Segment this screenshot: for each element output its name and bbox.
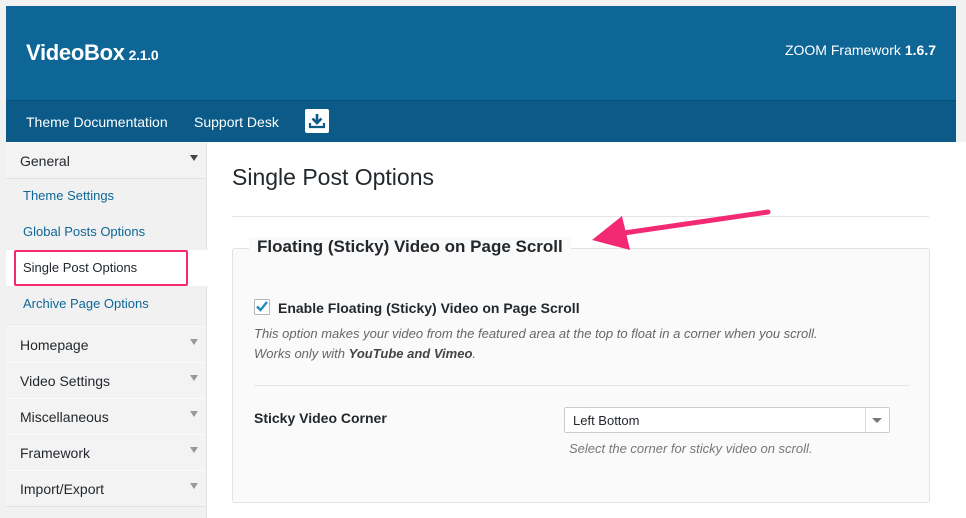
select-value: Left Bottom: [573, 413, 640, 428]
sidebar-section-label: Miscellaneous: [20, 409, 109, 425]
sidebar-item-label: Theme Settings: [23, 188, 115, 203]
enable-sticky-video-checkbox[interactable]: [254, 299, 270, 315]
sub-navigation: Theme Documentation Support Desk: [6, 100, 956, 143]
description-line: Works only with YouTube and Vimeo.: [254, 344, 894, 364]
triangle-down-icon: [190, 339, 198, 345]
sidebar-section-import-export[interactable]: Import/Export: [6, 470, 206, 507]
option-description: This option makes your video from the fe…: [254, 324, 894, 364]
theme-documentation-link[interactable]: Theme Documentation: [26, 114, 168, 130]
sidebar-section-general[interactable]: General: [6, 142, 206, 179]
sidebar-section-label: Homepage: [20, 337, 89, 353]
download-button[interactable]: [305, 109, 329, 133]
triangle-down-icon: [190, 447, 198, 453]
options-fieldset: Floating (Sticky) Video on Page Scroll E…: [232, 237, 930, 503]
app-name: VideoBox: [26, 40, 125, 65]
sidebar-section-video-settings[interactable]: Video Settings: [6, 362, 206, 399]
sticky-corner-help: Select the corner for sticky video on sc…: [569, 441, 813, 456]
sidebar-item-label: Global Posts Options: [23, 224, 146, 239]
sidebar-item-label: Archive Page Options: [23, 296, 149, 311]
divider: [232, 216, 929, 217]
sidebar-item-single-post-options[interactable]: Single Post Options: [6, 250, 212, 286]
triangle-down-icon: [190, 375, 198, 381]
divider: [254, 385, 909, 386]
triangle-down-icon: [190, 411, 198, 417]
framework-label: ZOOM Framework: [784, 42, 901, 58]
sidebar-section-label: Framework: [20, 445, 91, 461]
framework-info: ZOOM Framework 1.6.7: [785, 42, 936, 58]
sticky-corner-select[interactable]: Left Bottom: [564, 407, 890, 433]
sidebar-item-global-posts-options[interactable]: Global Posts Options: [6, 214, 206, 250]
sidebar-item-archive-page-options[interactable]: Archive Page Options: [6, 286, 206, 322]
sidebar-section-label: Video Settings: [20, 373, 111, 389]
section-title: Floating (Sticky) Video on Page Scroll: [249, 237, 571, 257]
app-version: 2.1.0: [128, 47, 159, 63]
sticky-corner-label: Sticky Video Corner: [254, 410, 387, 426]
sidebar-section-homepage[interactable]: Homepage: [6, 326, 206, 363]
chevron-down-icon: [872, 418, 882, 423]
framework-version: 1.6.7: [904, 42, 936, 58]
sidebar-item-theme-settings[interactable]: Theme Settings: [6, 178, 206, 214]
triangle-down-icon: [190, 155, 198, 161]
checkmark-icon: [256, 301, 268, 312]
sidebar-section-label: General: [20, 153, 70, 169]
sidebar-item-label: Single Post Options: [23, 260, 138, 275]
app-title: VideoBox 2.1.0: [26, 40, 159, 66]
description-text: .: [472, 346, 477, 361]
sidebar-section-label: Import/Export: [20, 481, 105, 497]
support-desk-link[interactable]: Support Desk: [194, 114, 279, 130]
select-divider: [865, 408, 866, 432]
triangle-down-icon: [190, 483, 198, 489]
description-line: This option makes your video from the fe…: [254, 326, 818, 341]
enable-sticky-video-label[interactable]: Enable Floating (Sticky) Video on Page S…: [278, 300, 580, 316]
sidebar-section-miscellaneous[interactable]: Miscellaneous: [6, 398, 206, 435]
sidebar-section-framework[interactable]: Framework: [6, 434, 206, 471]
download-icon: [308, 114, 326, 129]
main-content: Single Post Options Floating (Sticky) Vi…: [207, 142, 966, 518]
options-sidebar: General Theme Settings Global Posts Opti…: [6, 142, 212, 518]
description-emphasis: YouTube and Vimeo: [348, 346, 473, 361]
page-title: Single Post Options: [232, 164, 435, 190]
description-text: Works only with: [254, 346, 349, 361]
top-header: VideoBox 2.1.0 ZOOM Framework 1.6.7: [6, 6, 956, 100]
